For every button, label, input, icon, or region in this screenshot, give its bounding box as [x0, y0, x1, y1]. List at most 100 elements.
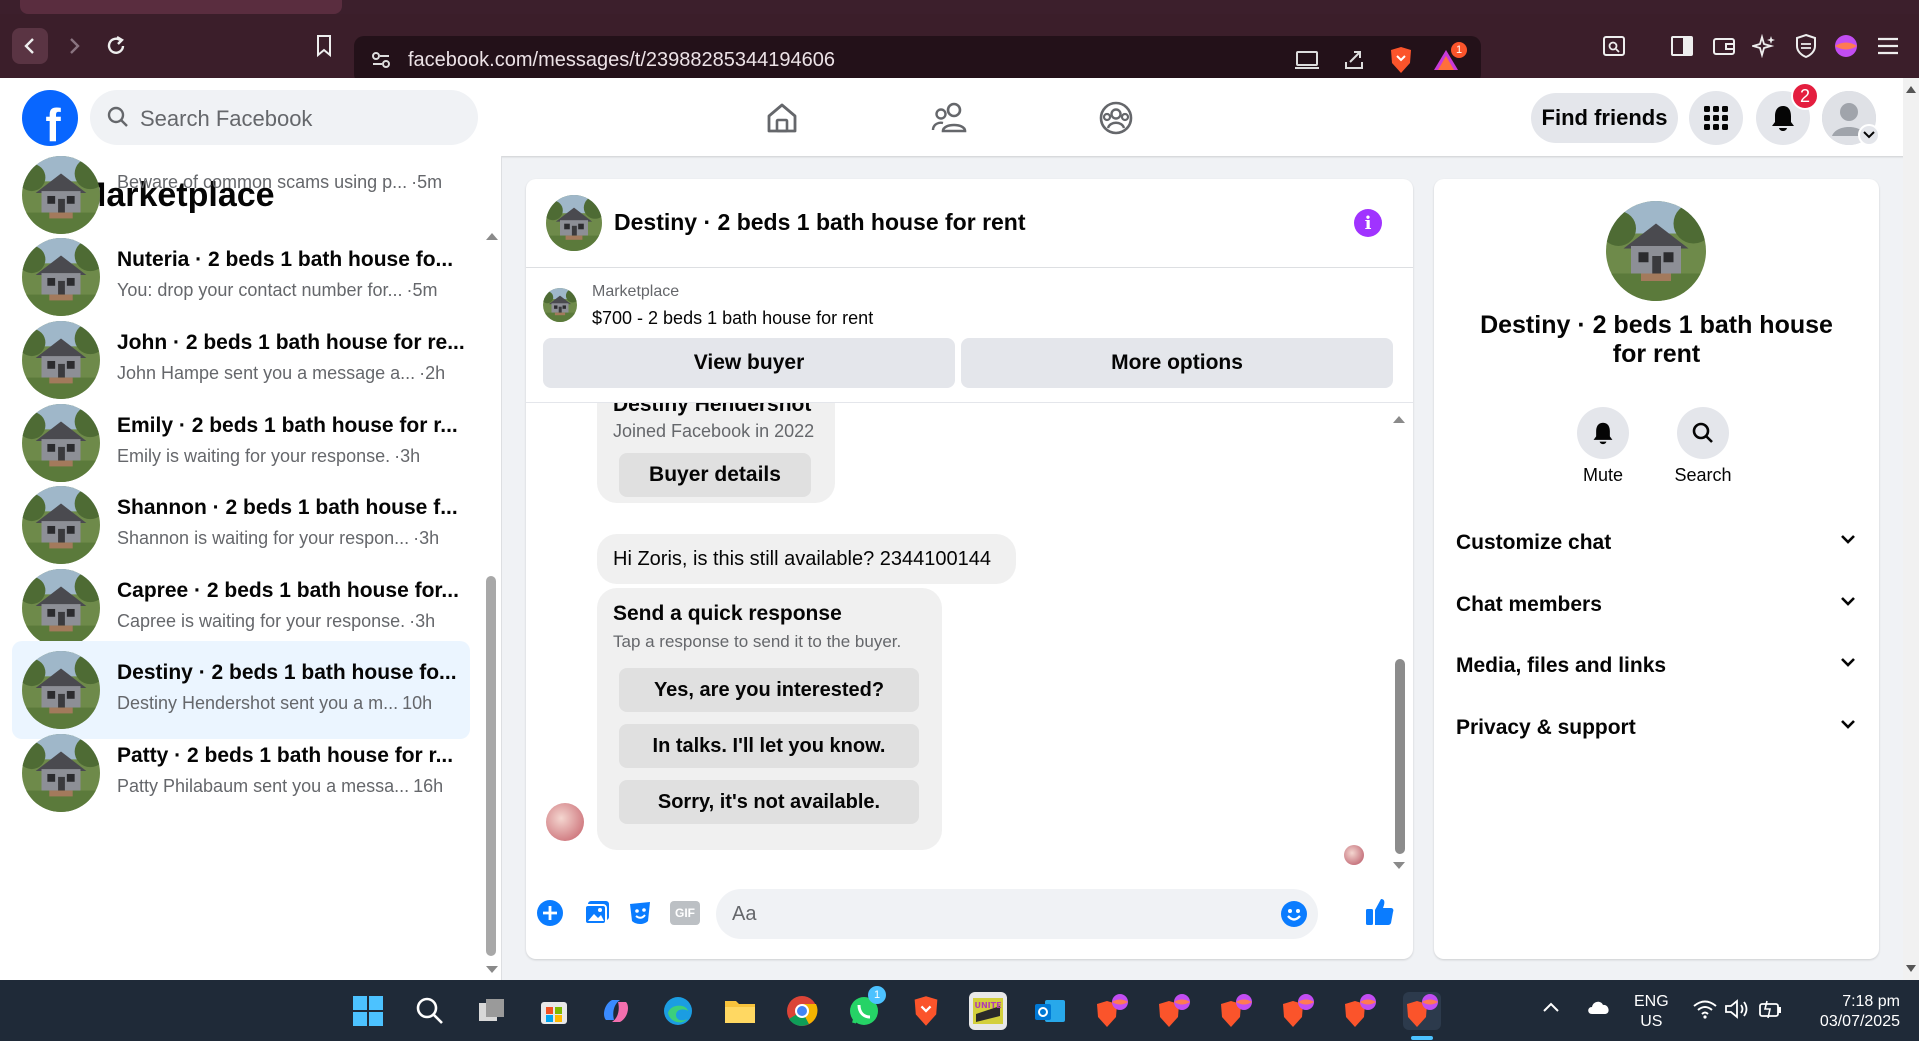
quick-response-button[interactable]: Sorry, it's not available.: [619, 780, 919, 824]
edge-browser-icon[interactable]: [659, 992, 697, 1030]
brave-profile-window-icon[interactable]: [1341, 992, 1379, 1030]
friends-nav-icon[interactable]: [928, 96, 972, 140]
game-app-icon[interactable]: UNITE: [969, 992, 1007, 1030]
brave-profile-window-icon[interactable]: [1093, 992, 1131, 1030]
sticker-icon[interactable]: [626, 899, 654, 932]
find-friends-button[interactable]: Find friends: [1531, 93, 1678, 143]
scroll-up-arrow[interactable]: [485, 228, 499, 246]
photo-icon[interactable]: [583, 899, 611, 932]
customize-chat-section[interactable]: Customize chat: [1456, 519, 1856, 569]
more-options-button[interactable]: More options: [961, 338, 1393, 388]
search-placeholder: Search Facebook: [140, 106, 313, 131]
back-icon[interactable]: [12, 28, 48, 64]
sender-avatar[interactable]: [546, 803, 584, 841]
listing-thumbnail[interactable]: [543, 288, 577, 322]
battery-icon[interactable]: [1758, 998, 1784, 1025]
message-input-placeholder: Aa: [732, 903, 757, 925]
site-settings-icon[interactable]: [370, 49, 392, 76]
wallet-icon[interactable]: [1706, 28, 1742, 64]
gif-icon[interactable]: GIF: [670, 901, 700, 925]
conversation-preview: Capree is waiting for your response. ·3h: [117, 611, 435, 632]
chat-scrollbar[interactable]: [1395, 659, 1405, 854]
address-bar[interactable]: facebook.com/messages/t/2398828534419460…: [354, 36, 1481, 84]
brave-browser-icon[interactable]: [907, 992, 945, 1030]
share-icon[interactable]: [1342, 48, 1366, 77]
page-scrollbar[interactable]: [1903, 78, 1919, 980]
listing-bar: Marketplace $700 - 2 beds 1 bath house f…: [526, 268, 1413, 403]
forward-icon[interactable]: [56, 28, 92, 64]
chat-avatar[interactable]: [546, 195, 602, 251]
message-input[interactable]: Aa: [716, 889, 1318, 939]
install-app-icon[interactable]: [1294, 48, 1320, 77]
privacy-support-section[interactable]: Privacy & support: [1456, 704, 1856, 754]
chat-members-section[interactable]: Chat members: [1456, 581, 1856, 631]
menu-grid-icon[interactable]: [1689, 91, 1743, 145]
windows-start-icon[interactable]: [349, 992, 387, 1030]
emoji-icon[interactable]: [1280, 900, 1308, 934]
volume-icon[interactable]: [1724, 998, 1750, 1025]
info-icon[interactable]: i: [1354, 209, 1382, 237]
bookmark-icon[interactable]: [306, 28, 342, 64]
copilot-icon[interactable]: [597, 992, 635, 1030]
brave-profile-window-icon-active[interactable]: [1403, 992, 1441, 1030]
wifi-icon[interactable]: [1692, 998, 1718, 1025]
page-scroll-up-arrow: [1906, 86, 1916, 93]
brave-profile-window-icon[interactable]: [1279, 992, 1317, 1030]
conversation-preview-text: Emily is waiting for your response.: [117, 446, 391, 466]
profile-icon[interactable]: [1828, 28, 1864, 64]
account-chevron-icon[interactable]: [1858, 124, 1880, 146]
vpn-icon[interactable]: [1788, 28, 1824, 64]
quick-response-button[interactable]: In talks. I'll let you know.: [619, 724, 919, 768]
buyer-card: Destiny Hendershot Joined Facebook in 20…: [597, 403, 835, 503]
search-conversation-icon[interactable]: [1677, 407, 1729, 459]
sidebar-scrollbar[interactable]: [486, 576, 496, 956]
taskbar-search-icon[interactable]: [411, 992, 449, 1030]
url-text[interactable]: facebook.com/messages/t/2398828534419460…: [408, 49, 835, 72]
outlook-icon[interactable]: [1031, 992, 1069, 1030]
facebook-logo-icon[interactable]: f: [22, 90, 78, 146]
language-indicator[interactable]: ENG US: [1634, 992, 1669, 1032]
conversation-avatar[interactable]: [1606, 201, 1706, 301]
sidebar-toggle-icon[interactable]: [1664, 28, 1700, 64]
show-hidden-icons-chevron[interactable]: [1542, 1000, 1560, 1018]
language-code: ENG: [1634, 993, 1669, 1010]
home-nav-icon[interactable]: [760, 96, 804, 140]
browser-tab[interactable]: [20, 0, 342, 14]
media-files-links-section[interactable]: Media, files and links: [1456, 642, 1856, 692]
conversation-avatar: [22, 156, 100, 234]
file-explorer-icon[interactable]: [721, 992, 759, 1030]
leo-ai-icon[interactable]: [1746, 28, 1782, 64]
chrome-icon[interactable]: [783, 992, 821, 1030]
brave-profile-window-icon[interactable]: [1155, 992, 1193, 1030]
clock-time: 7:18 pm: [1842, 993, 1900, 1010]
brave-shields-icon[interactable]: [1388, 45, 1414, 80]
search-label: Search: [1674, 465, 1732, 485]
microsoft-store-icon[interactable]: [535, 992, 573, 1030]
search-input[interactable]: Search Facebook: [90, 90, 478, 145]
buyer-details-button[interactable]: Buyer details: [619, 453, 811, 497]
buyer-joined: Joined Facebook in 2022: [613, 421, 815, 441]
menu-icon[interactable]: [1870, 28, 1906, 64]
clock[interactable]: 7:18 pm 03/07/2025: [1810, 992, 1900, 1032]
conversation-time: 10h: [402, 693, 433, 713]
seen-avatar: [1344, 845, 1364, 865]
groups-nav-icon[interactable]: [1094, 96, 1138, 140]
onedrive-cloud-icon[interactable]: [1586, 998, 1612, 1021]
add-attachment-icon[interactable]: [536, 899, 564, 932]
reload-icon[interactable]: [98, 28, 134, 64]
conversation-preview: John Hampe sent you a message a... ·2h: [117, 363, 445, 384]
chat-title[interactable]: Destiny · 2 beds 1 bath house for rent: [614, 209, 1026, 236]
view-buyer-button[interactable]: View buyer: [543, 338, 955, 388]
scroll-down-arrow[interactable]: [485, 962, 499, 980]
conversation-preview-text: John Hampe sent you a message a...: [117, 363, 416, 383]
quick-response-button[interactable]: Yes, are you interested?: [619, 668, 919, 712]
reader-mode-icon[interactable]: [1596, 28, 1632, 64]
chat-scroll-down-arrow[interactable]: [1392, 858, 1406, 873]
brave-profile-window-icon[interactable]: [1217, 992, 1255, 1030]
conversation-item[interactable]: Patty · 2 beds 1 bath house for r... Patt…: [12, 724, 470, 822]
chat-scroll-up-arrow[interactable]: [1392, 411, 1406, 429]
like-thumbs-up-icon[interactable]: [1364, 896, 1396, 933]
listing-price: $700 - 2 beds 1 bath house for rent: [592, 308, 874, 328]
task-view-icon[interactable]: [473, 992, 511, 1030]
mute-bell-icon[interactable]: [1577, 407, 1629, 459]
